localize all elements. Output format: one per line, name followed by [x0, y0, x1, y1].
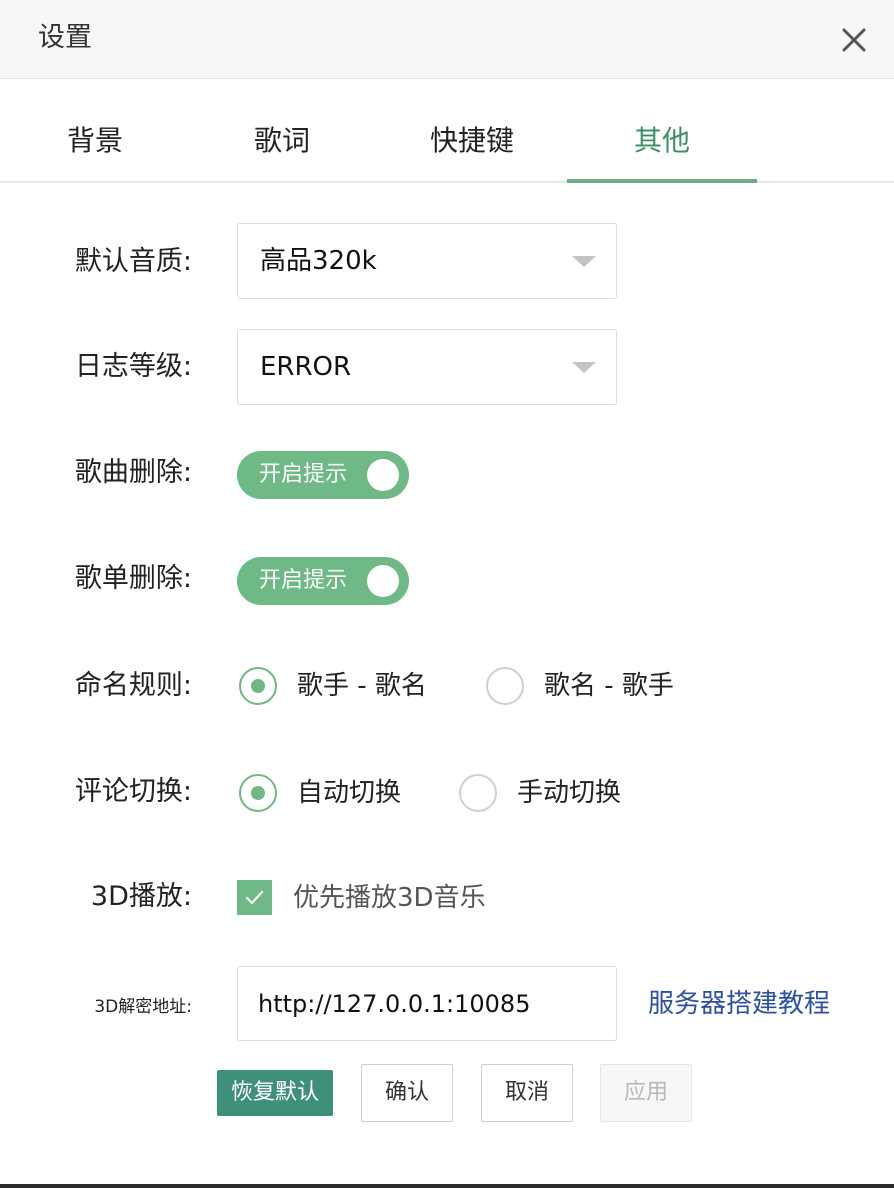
- apply-button: 应用: [600, 1064, 692, 1122]
- comment-switch-label: 评论切换:: [74, 776, 192, 807]
- caret-down-icon: [572, 256, 596, 267]
- log-level-value: ERROR: [260, 352, 352, 382]
- radio-circle: [239, 774, 277, 812]
- caret-down-icon: [572, 362, 596, 373]
- decrypt-address-label: 3D解密地址:: [94, 997, 192, 1017]
- play-3d-checkbox[interactable]: [237, 880, 272, 915]
- bottom-border: [0, 1184, 894, 1188]
- naming-rule-option-label: 歌名 - 歌手: [544, 671, 674, 701]
- comment-switch-option-label: 手动切换: [517, 778, 622, 808]
- radio-circle: [239, 667, 277, 705]
- cancel-button[interactable]: 取消: [481, 1064, 573, 1122]
- tab-other[interactable]: 其他: [567, 79, 757, 181]
- active-tab-indicator: [567, 179, 757, 183]
- song-delete-switch[interactable]: 开启提示: [237, 451, 409, 499]
- tab-shortcuts[interactable]: 快捷键: [377, 79, 567, 181]
- dialog-title: 设置: [38, 22, 92, 53]
- comment-switch-option-label: 自动切换: [297, 778, 402, 808]
- log-level-select[interactable]: ERROR: [237, 329, 617, 405]
- naming-rule-label: 命名规则:: [74, 670, 192, 701]
- tab-bar: 背景 歌词 快捷键 其他: [0, 79, 894, 183]
- playlist-delete-label: 歌单删除:: [74, 563, 192, 594]
- check-icon: [245, 890, 264, 905]
- switch-knob: [367, 565, 399, 597]
- play-3d-checkbox-label[interactable]: 优先播放3D音乐: [293, 880, 486, 916]
- title-bar: 设置: [0, 0, 894, 79]
- tab-lyrics[interactable]: 歌词: [187, 79, 377, 181]
- confirm-button[interactable]: 确认: [361, 1064, 453, 1122]
- close-button[interactable]: [834, 20, 874, 60]
- play-3d-label: 3D播放:: [90, 881, 192, 912]
- radio-circle: [459, 774, 497, 812]
- playlist-delete-switch-text: 开启提示: [259, 568, 348, 593]
- server-setup-guide-link[interactable]: 服务器搭建教程: [648, 986, 830, 1022]
- quality-select[interactable]: 高品320k: [237, 223, 617, 299]
- log-level-label: 日志等级:: [74, 351, 192, 382]
- quality-label: 默认音质:: [74, 246, 192, 277]
- song-delete-label: 歌曲删除:: [74, 457, 192, 488]
- switch-knob: [367, 459, 399, 491]
- naming-rule-option-label: 歌手 - 歌名: [297, 671, 427, 701]
- playlist-delete-switch[interactable]: 开启提示: [237, 557, 409, 605]
- radio-circle: [486, 667, 524, 705]
- restore-defaults-button[interactable]: 恢复默认: [217, 1070, 333, 1116]
- song-delete-switch-text: 开启提示: [259, 462, 348, 487]
- decrypt-address-input[interactable]: [237, 966, 617, 1041]
- close-icon: [842, 28, 866, 52]
- settings-dialog: 设置 背景 歌词 快捷键 其他 默认音质: 高品320k 日志等级: ERROR…: [0, 0, 894, 1188]
- tab-background[interactable]: 背景: [0, 79, 190, 181]
- quality-value: 高品320k: [260, 246, 377, 276]
